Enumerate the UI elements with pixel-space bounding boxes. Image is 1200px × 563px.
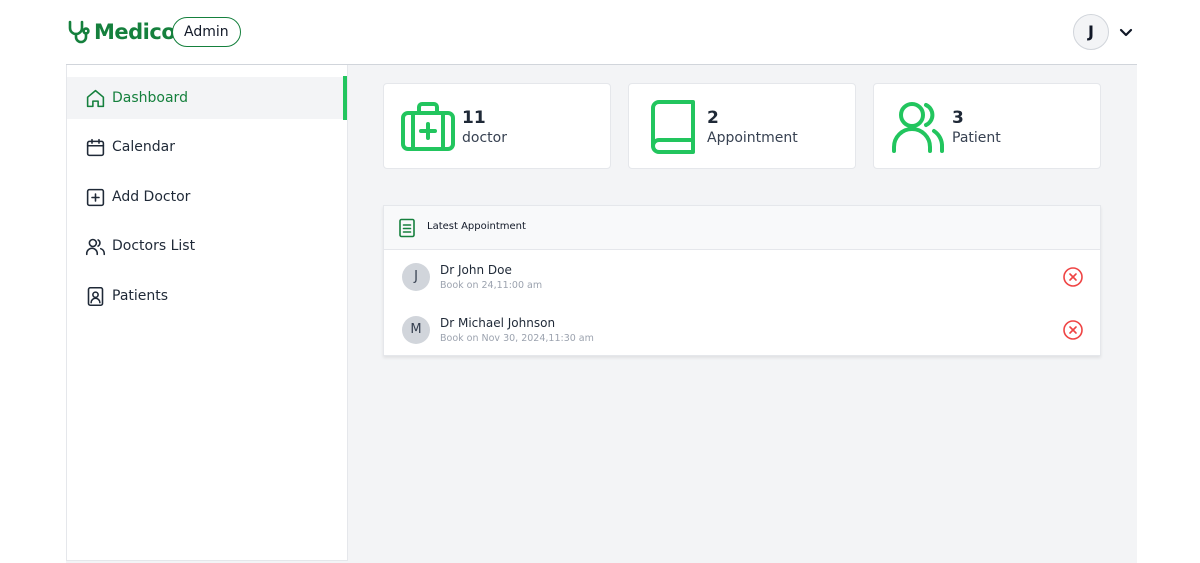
stat-value: 11 (462, 108, 486, 128)
sidebar-item-label: Calendar (112, 139, 175, 155)
book-icon (651, 100, 695, 154)
avatar: M (402, 316, 430, 344)
stat-card-doctors: 11 doctor (383, 83, 611, 169)
user-avatar[interactable]: J (1073, 14, 1109, 50)
stethoscope-icon (68, 20, 90, 44)
stat-label: Patient (952, 130, 1001, 146)
doctor-name: Dr John Doe (440, 263, 512, 277)
sidebar-item-label: Doctors List (112, 238, 196, 254)
users-icon (85, 238, 106, 255)
calendar-icon (86, 138, 105, 156)
sidebar-item-label: Dashboard (112, 90, 188, 106)
brand-name: Medico (94, 20, 176, 44)
appointment-row: M Dr Michael Johnson Book on Nov 30, 202… (384, 304, 1100, 354)
logo[interactable]: Medico (66, 18, 176, 46)
document-icon (399, 218, 415, 238)
sidebar: Dashboard Calendar Add Doctor Doctors Li… (66, 65, 348, 561)
plus-square-icon (86, 188, 105, 206)
sidebar-item-label: Patients (112, 288, 169, 304)
home-icon (86, 89, 105, 107)
stat-value: 3 (952, 108, 964, 128)
cancel-icon[interactable] (1062, 319, 1084, 341)
chevron-down-icon[interactable] (1117, 23, 1135, 41)
doctor-name: Dr Michael Johnson (440, 316, 556, 330)
stat-card-appointments: 2 Appointment (628, 83, 856, 169)
sidebar-item-dashboard[interactable]: Dashboard (67, 76, 347, 120)
sidebar-item-label: Add Doctor (112, 189, 191, 205)
avatar: J (402, 263, 430, 291)
sidebar-item-doctors-list[interactable]: Doctors List (67, 225, 347, 267)
role-badge: Admin (172, 17, 241, 47)
sidebar-item-patients[interactable]: Patients (67, 275, 347, 317)
appointment-row: J Dr John Doe Book on 24,11:00 am (384, 251, 1100, 301)
sidebar-item-calendar[interactable]: Calendar (67, 126, 347, 168)
appointment-time: Book on Nov 30, 2024,11:30 am (440, 333, 594, 344)
medical-kit-icon (401, 102, 455, 151)
panel-title: Latest Appointment (427, 221, 526, 232)
stat-label: Appointment (707, 130, 798, 146)
users-icon (892, 102, 945, 153)
stat-card-patients: 3 Patient (873, 83, 1101, 169)
stat-label: doctor (462, 130, 507, 146)
top-header: Medico Admin J (0, 0, 1200, 64)
stat-value: 2 (707, 108, 719, 128)
sidebar-item-add-doctor[interactable]: Add Doctor (67, 176, 347, 218)
appointment-time: Book on 24,11:00 am (440, 280, 543, 291)
latest-appointments-panel: Latest Appointment J Dr John Doe Book on… (383, 205, 1101, 356)
contact-book-icon (87, 286, 104, 306)
panel-header: Latest Appointment (384, 206, 1100, 250)
cancel-icon[interactable] (1062, 266, 1084, 288)
